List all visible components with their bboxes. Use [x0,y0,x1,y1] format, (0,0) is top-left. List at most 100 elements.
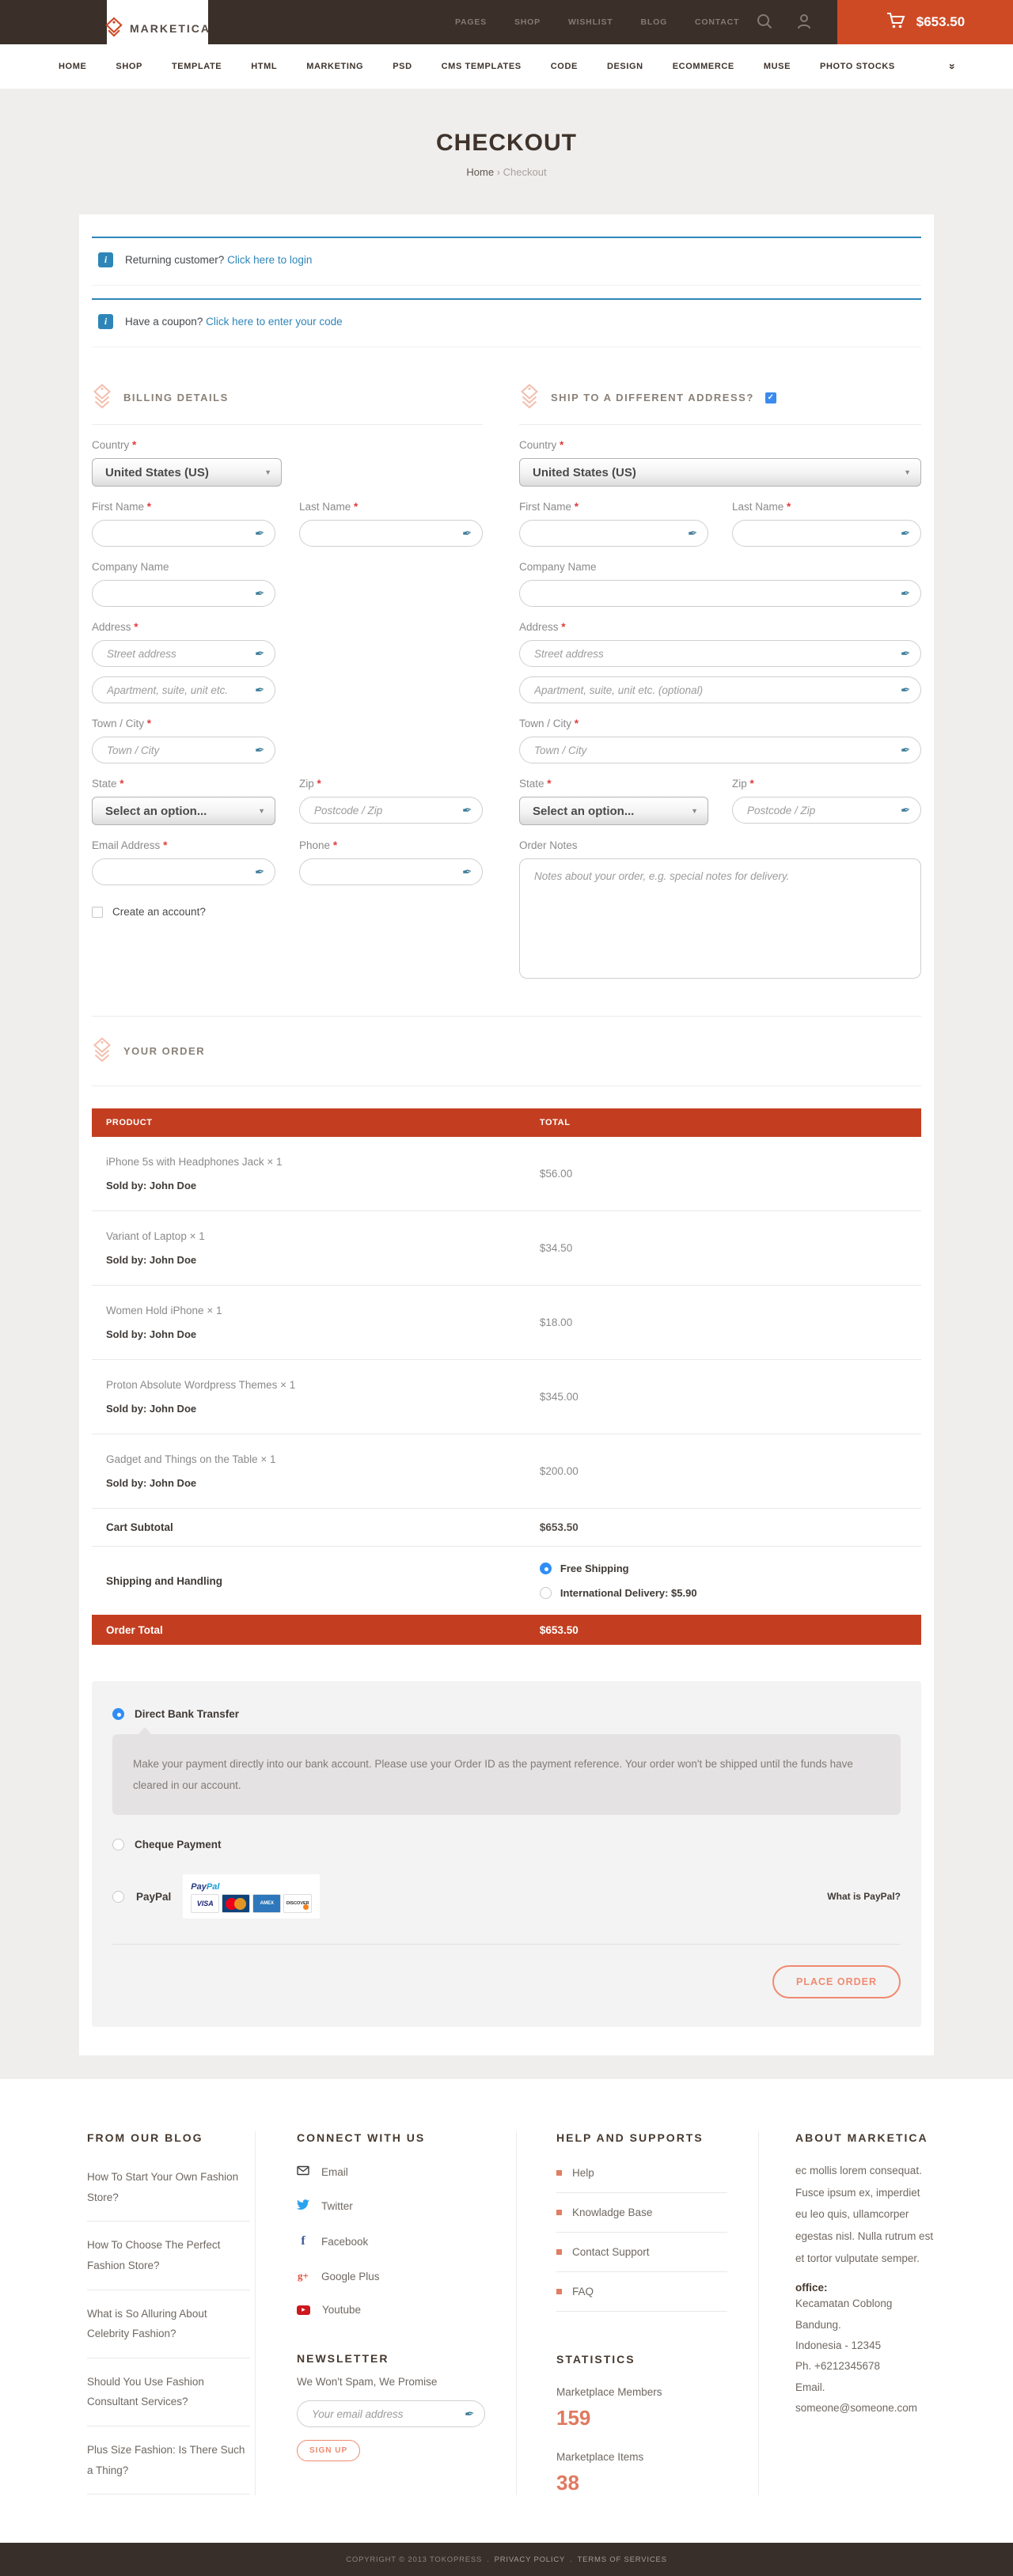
billing-address1-wrap: ✒ [92,640,275,667]
blog-post-link[interactable]: Plus Size Fashion: Is There Such a Thing… [87,2426,250,2495]
billing-email-wrap: ✒ [92,858,275,885]
ship-different-checkbox[interactable]: ✓ [765,392,776,403]
breadcrumb-home[interactable]: Home [466,166,494,178]
top-nav-contact[interactable]: CONTACT [695,17,739,27]
menu-design[interactable]: DESIGN [607,62,643,71]
billing-apartment-input[interactable] [92,676,275,703]
contact-support-link[interactable]: Contact Support [556,2233,727,2272]
menu-code[interactable]: CODE [551,62,578,71]
blog-post-link[interactable]: How To Choose The Perfect Fashion Store? [87,2222,250,2290]
menu-more-icon[interactable]: » [947,63,959,70]
billing-email-label: Email Address * [92,839,275,851]
youtube-social-link[interactable]: ▶ Youtube [297,2304,502,2316]
shipping-last-name-input[interactable] [732,520,921,547]
brand-logo[interactable]: MARKETICA [107,0,208,57]
checkout-card: i Returning customer? Click here to logi… [79,214,934,2055]
newsletter-signup-button[interactable]: SIGN UP [297,2440,360,2461]
shipping-apartment-input[interactable] [519,676,921,703]
blog-post-link[interactable]: What is So Alluring About Celebrity Fash… [87,2290,250,2358]
menu-cms-templates[interactable]: CMS TEMPLATES [442,62,522,71]
what-is-paypal-link[interactable]: What is PayPal? [827,1891,901,1902]
faq-link[interactable]: FAQ [556,2272,727,2312]
coupon-link[interactable]: Click here to enter your code [206,316,343,328]
free-shipping-radio[interactable] [540,1563,552,1574]
bank-transfer-method[interactable]: Direct Bank Transfer [112,1708,901,1720]
billing-header: BILLING DETAILS [92,384,483,425]
legal-bar: COPYRIGHT © 2013 TOKOPRESS . PRIVACY POL… [0,2543,1013,2576]
top-nav-wishlist[interactable]: WISHLIST [568,17,613,27]
cart-button[interactable]: $653.50 [837,0,1013,44]
top-nav-shop[interactable]: SHOP [514,17,541,27]
paypal-radio[interactable] [112,1891,124,1903]
place-order-button[interactable]: PLACE ORDER [772,1965,901,1998]
help-column-title: HELP AND SUPPORTS [556,2131,744,2144]
billing-first-name-input[interactable] [92,520,275,547]
menu-photo-stocks[interactable]: PHOTO STOCKS [820,62,895,71]
billing-company-input[interactable] [92,580,275,607]
square-bullet-icon [556,2289,562,2294]
top-nav-blog[interactable]: BLOG [641,17,668,27]
google-plus-social-link[interactable]: g+ Google Plus [297,2270,502,2282]
tags-section-icon [519,384,540,411]
billing-last-name-input[interactable] [299,520,483,547]
menu-muse[interactable]: MUSE [764,62,791,71]
email-social-link[interactable]: Email [297,2165,502,2178]
menu-psd[interactable]: PSD [393,62,412,71]
billing-phone-input[interactable] [299,858,483,885]
search-icon[interactable] [756,13,773,32]
mastercard-icon [222,1894,250,1913]
billing-state-select[interactable]: Select an option... ▼ [92,797,275,825]
cheque-radio[interactable] [112,1839,124,1851]
menu-home[interactable]: HOME [59,62,86,71]
billing-state-value: Select an option... [105,805,207,818]
shipping-zip-wrap: ✒ [732,797,921,824]
shipping-country-select[interactable]: United States (US) ▼ [519,458,921,487]
item-seller: Sold by: John Doe [106,1403,540,1415]
menu-template[interactable]: TEMPLATE [172,62,222,71]
about-text: ec mollis lorem consequat. Fusce ipsum e… [795,2160,934,2269]
menu-html[interactable]: HTML [251,62,277,71]
top-nav-pages[interactable]: PAGES [455,17,487,27]
copyright-text: COPYRIGHT © 2013 TOKOPRESS [346,2555,482,2564]
bank-transfer-radio[interactable] [112,1708,124,1720]
billing-country-select[interactable]: United States (US) ▼ [92,458,282,487]
billing-country-label: Country * [92,439,483,451]
cheque-method[interactable]: Cheque Payment [112,1839,901,1851]
billing-street-address-input[interactable] [92,640,275,667]
shipping-first-name-input[interactable] [519,520,708,547]
newsletter-email-input[interactable] [297,2400,485,2427]
help-link[interactable]: Help [556,2154,727,2193]
billing-town-input[interactable] [92,737,275,763]
international-delivery-label: International Delivery: $5.90 [560,1587,697,1599]
menu-shop[interactable]: SHOP [116,62,142,71]
shipping-state-select[interactable]: Select an option... ▼ [519,797,708,825]
blog-post-link[interactable]: Should You Use Fashion Consultant Servic… [87,2358,250,2426]
shipping-label: Shipping and Handling [92,1575,540,1587]
facebook-social-link[interactable]: f Facebook [297,2234,502,2248]
knowledge-base-link[interactable]: Knowladge Base [556,2193,727,2233]
bank-transfer-description: Make your payment directly into our bank… [112,1734,901,1815]
menu-ecommerce[interactable]: ECOMMERCE [673,62,734,71]
twitter-social-link[interactable]: Twitter [297,2199,502,2213]
billing-email-input[interactable] [92,858,275,885]
create-account-checkbox[interactable] [92,907,103,918]
paypal-label: PayPal [136,1891,171,1903]
shipping-company-input[interactable] [519,580,921,607]
item-seller: Sold by: John Doe [106,1328,540,1340]
login-link[interactable]: Click here to login [227,254,312,266]
international-delivery-option[interactable]: International Delivery: $5.90 [540,1587,921,1599]
terms-link[interactable]: TERMS OF SERVICES [578,2555,667,2564]
privacy-policy-link[interactable]: PRIVACY POLICY [495,2555,566,2564]
user-icon[interactable] [795,13,813,32]
shipping-street-address-input[interactable] [519,640,921,667]
international-delivery-radio[interactable] [540,1587,552,1599]
menu-marketing[interactable]: MARKETING [306,62,363,71]
free-shipping-option[interactable]: Free Shipping [540,1563,921,1574]
footer-blog-column: FROM OUR BLOG How To Start Your Own Fash… [79,2131,255,2495]
shipping-town-input[interactable] [519,737,921,763]
blog-column-title: FROM OUR BLOG [87,2131,241,2144]
order-notes-textarea[interactable] [519,858,921,979]
billing-zip-input[interactable] [299,797,483,824]
blog-post-link[interactable]: How To Start Your Own Fashion Store? [87,2154,250,2222]
shipping-zip-input[interactable] [732,797,921,824]
